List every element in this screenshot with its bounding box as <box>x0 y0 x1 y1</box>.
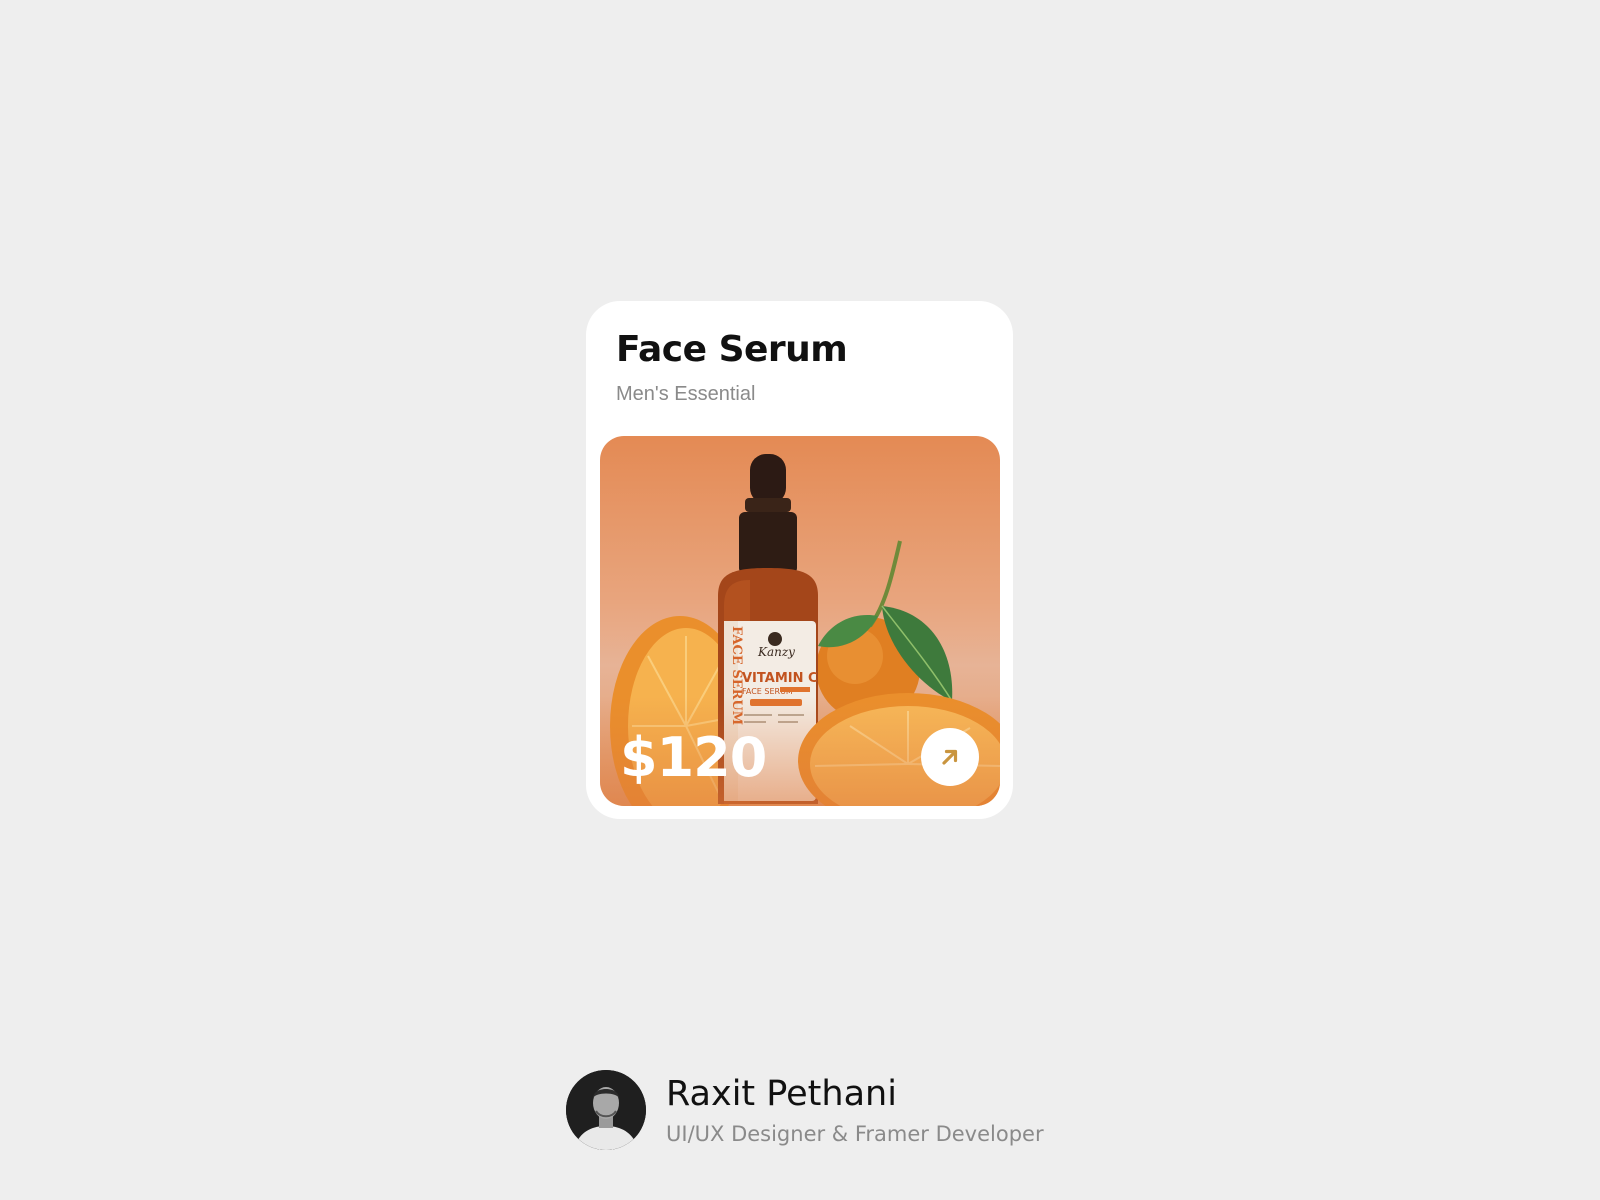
product-image: FACE SERUM Kanzy VITAMIN C FACE SERUM $1… <box>600 436 1000 806</box>
avatar <box>566 1070 646 1150</box>
bottle-main-label: VITAMIN C <box>742 671 818 686</box>
person-portrait-icon <box>566 1070 646 1150</box>
arrow-up-right-icon <box>942 749 958 765</box>
product-price: $120 <box>620 726 767 789</box>
author-name: Raxit Pethani <box>666 1074 897 1114</box>
product-title: Face Serum <box>616 329 848 370</box>
open-product-button[interactable] <box>921 728 979 786</box>
product-subtitle: Men's Essential <box>616 383 756 405</box>
author-role: UI/UX Designer & Framer Developer <box>666 1122 1044 1146</box>
product-card[interactable]: Face Serum Men's Essential FACE SERUM Ka… <box>586 301 1013 819</box>
bottle-brand: Kanzy <box>757 645 795 659</box>
author-credit: Raxit Pethani UI/UX Designer & Framer De… <box>566 1070 1086 1150</box>
